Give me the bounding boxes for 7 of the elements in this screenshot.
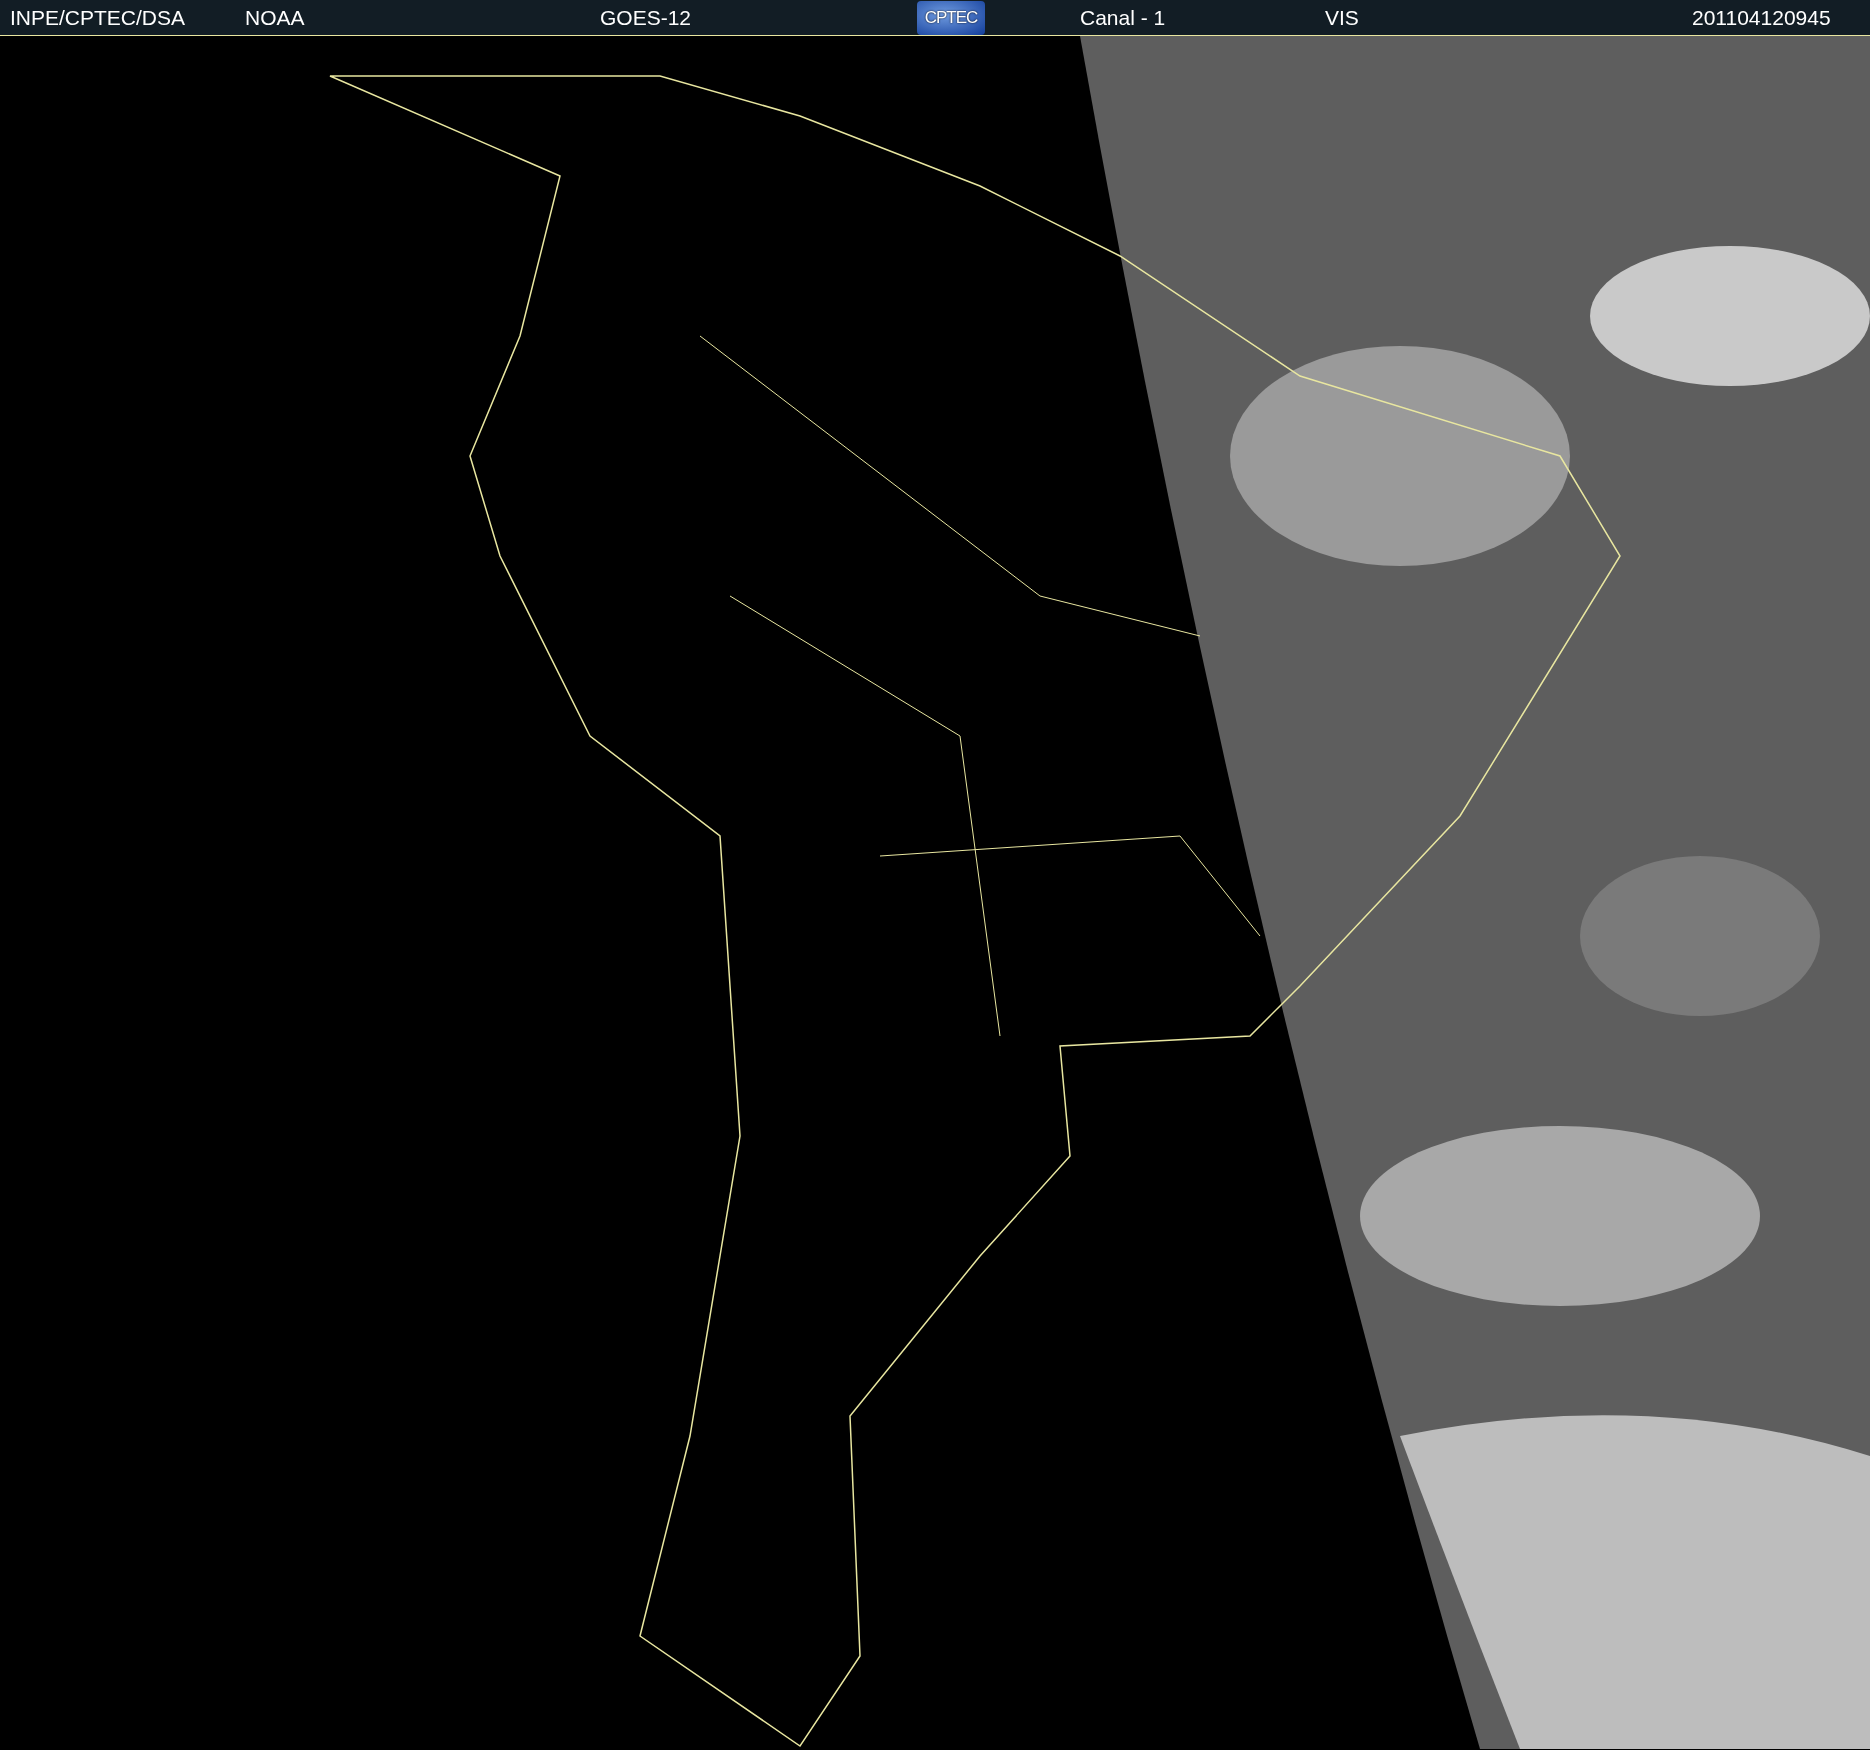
channel-label: Canal - 1	[1080, 5, 1167, 31]
source-label: INPE/CPTEC/DSA	[10, 5, 187, 31]
timestamp-label: 201104120945	[1692, 5, 1831, 31]
band-label: VIS	[1325, 5, 1360, 31]
satellite-label: GOES-12	[600, 5, 693, 31]
logo: CPTEC	[917, 1, 985, 35]
agency-label: NOAA	[245, 5, 306, 31]
